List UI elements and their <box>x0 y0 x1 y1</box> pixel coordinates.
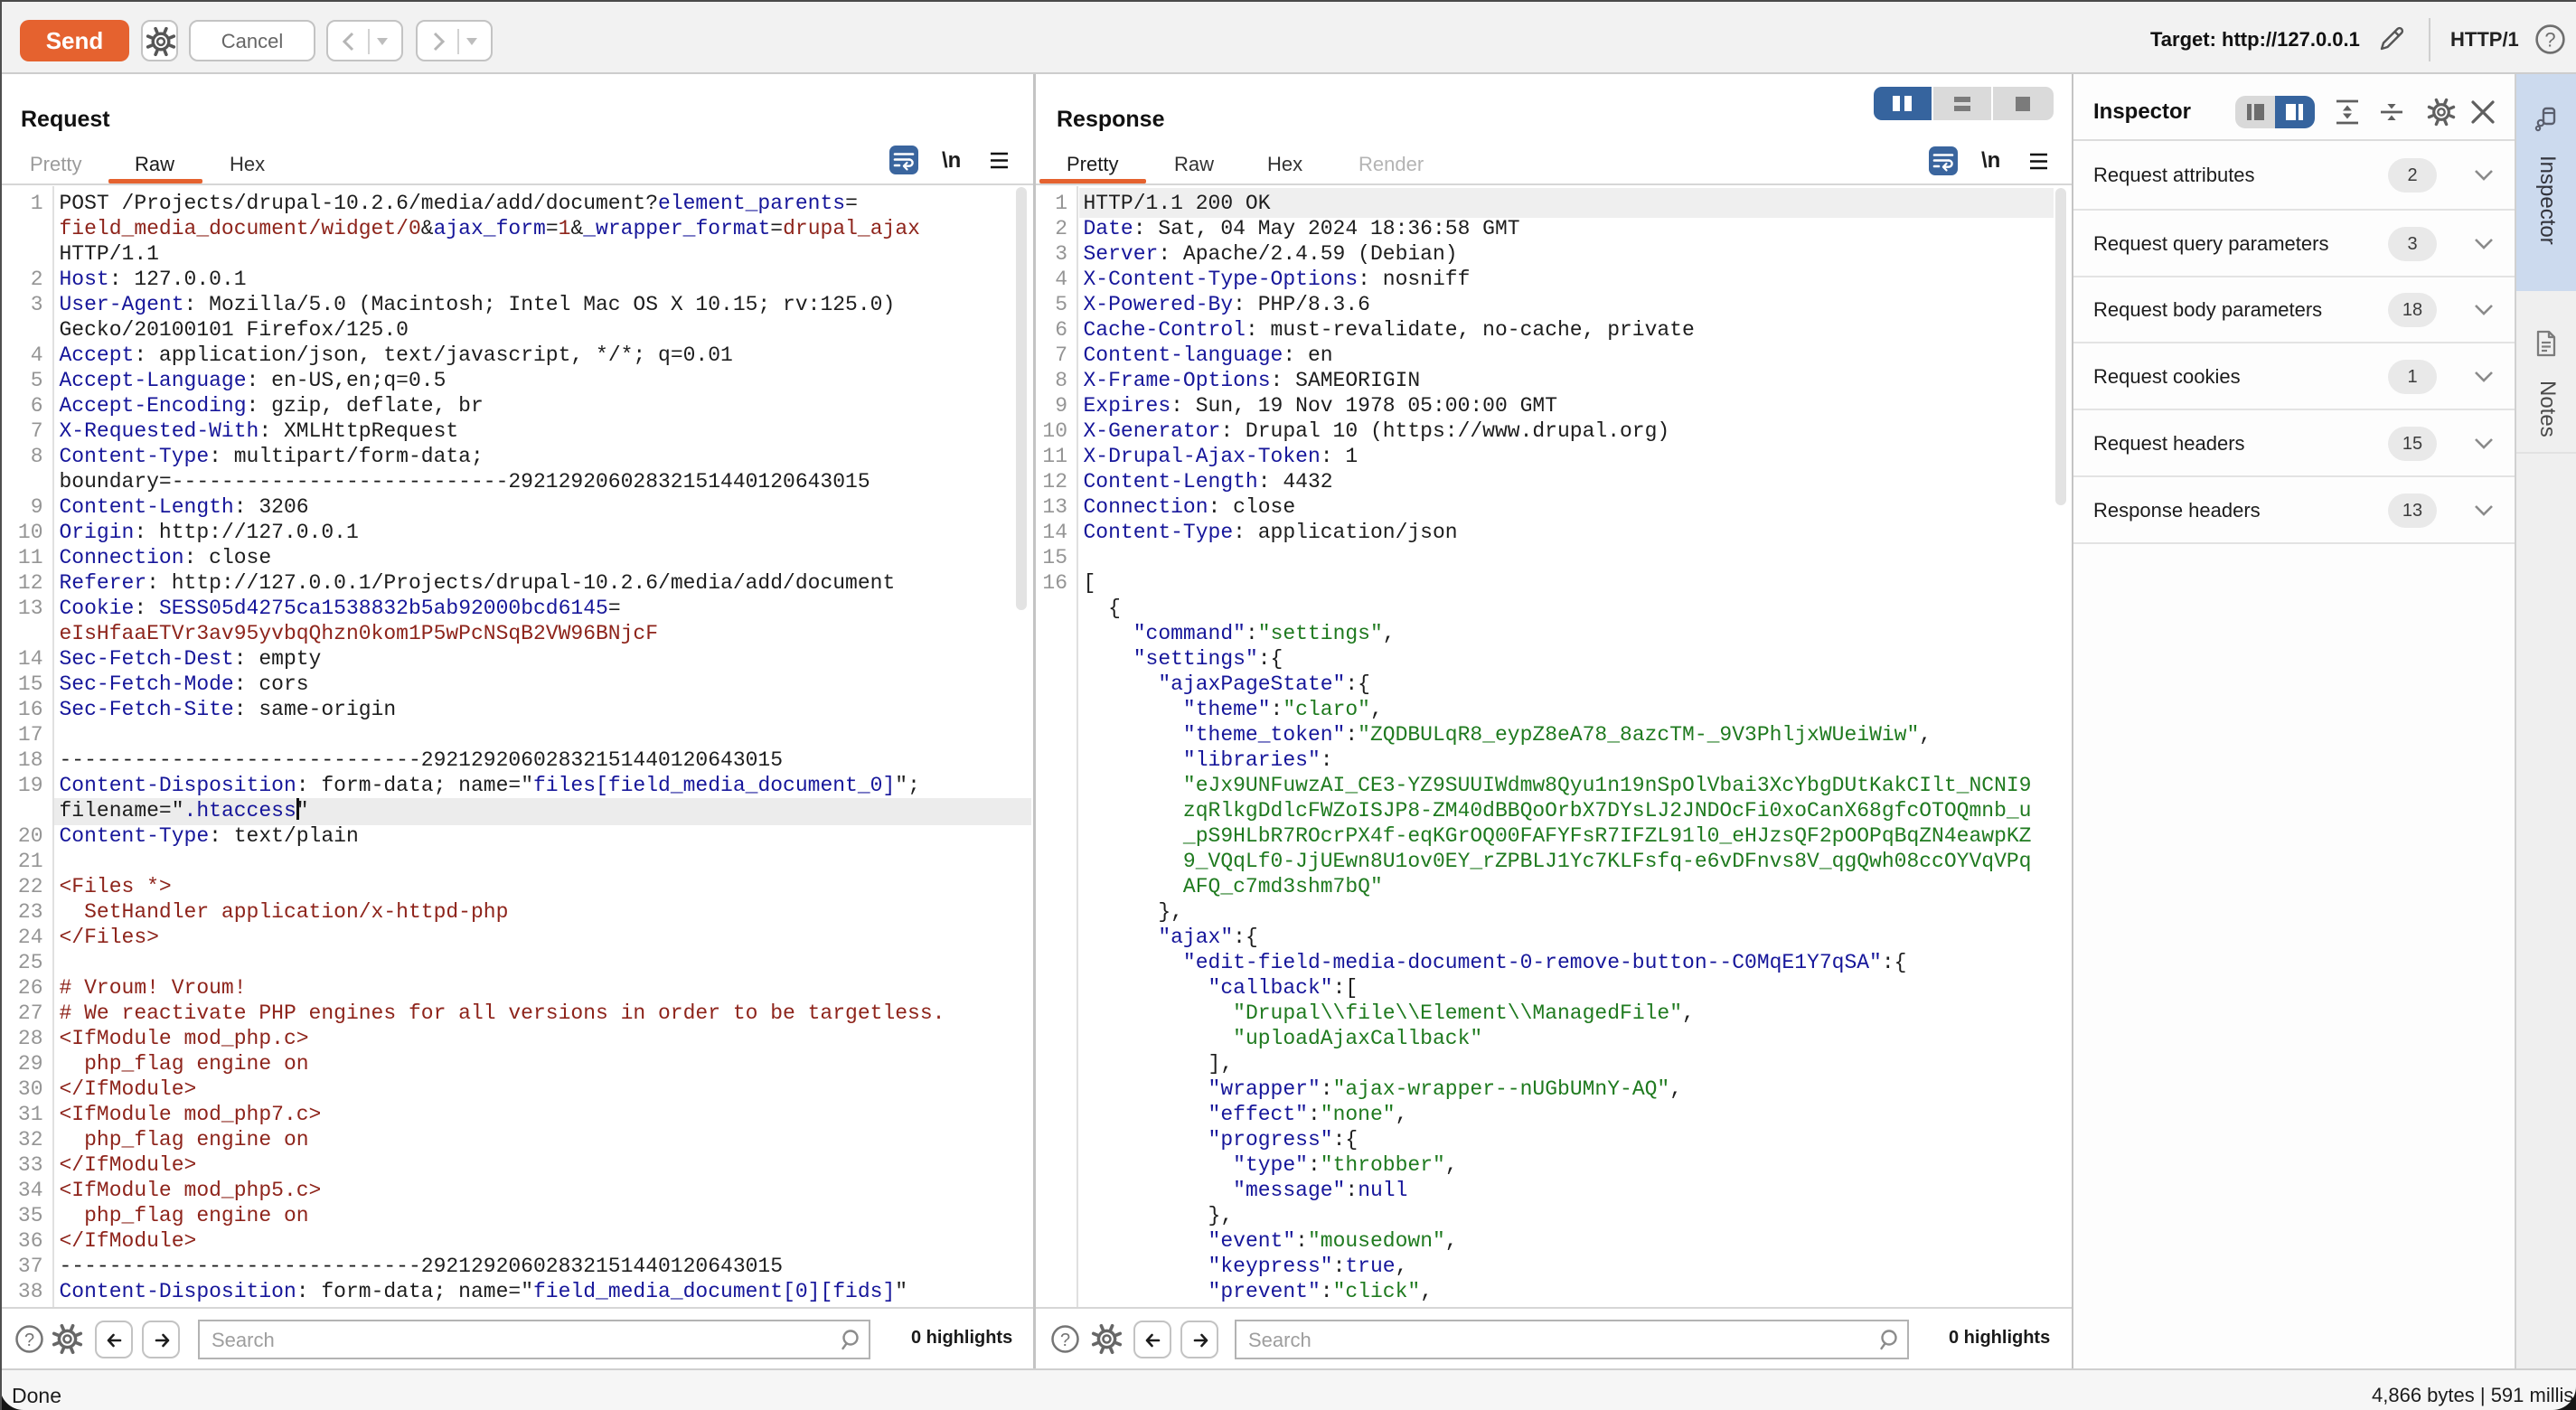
svg-text:?: ? <box>2544 28 2555 51</box>
svg-text:?: ? <box>1060 1330 1070 1350</box>
svg-text:?: ? <box>24 1330 34 1350</box>
